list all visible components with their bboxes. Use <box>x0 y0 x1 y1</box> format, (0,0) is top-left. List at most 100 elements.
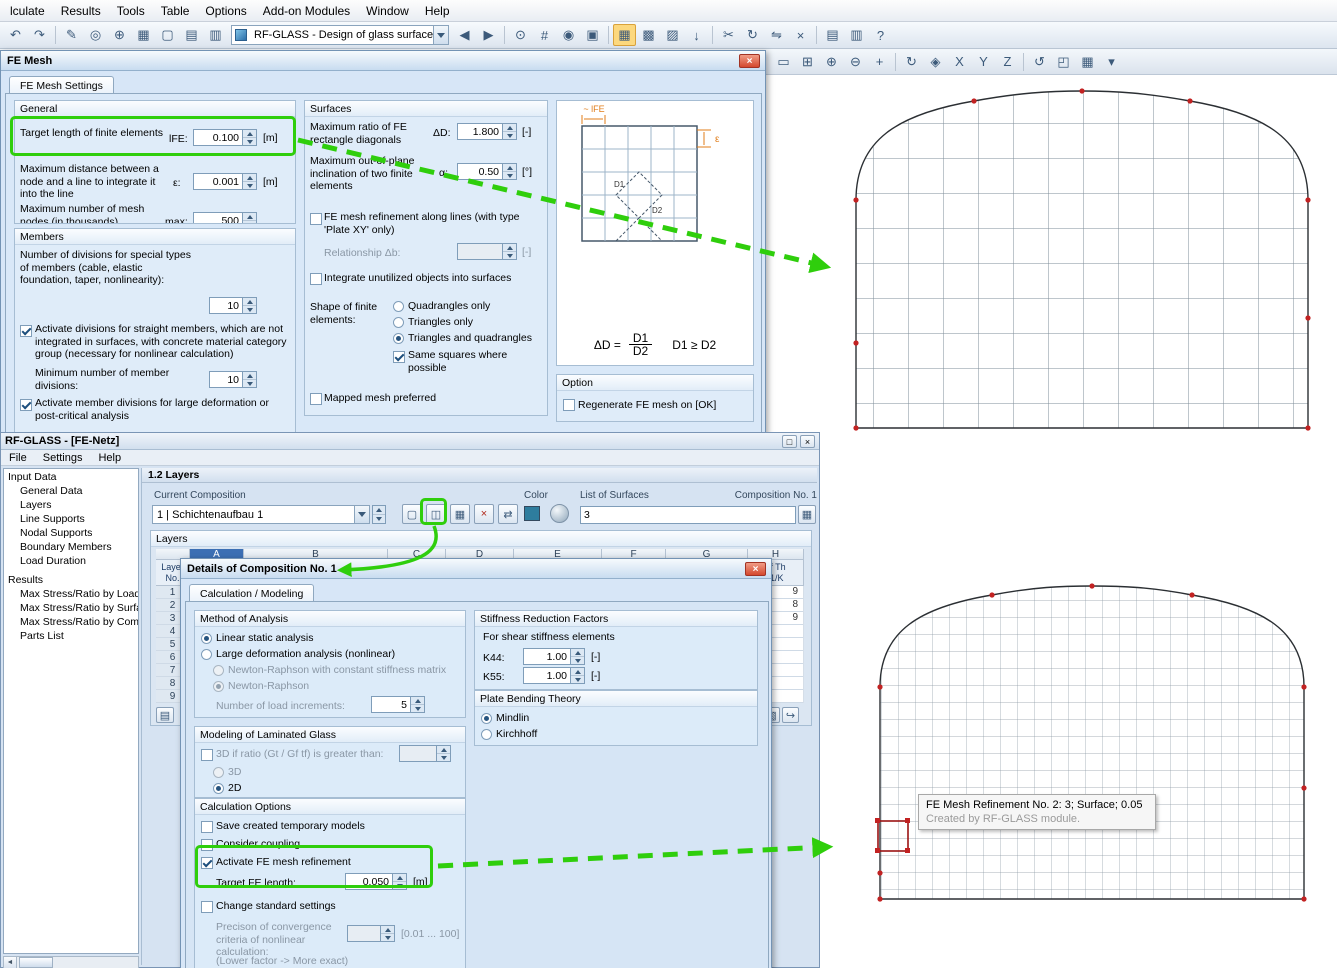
help-icon[interactable]: ? <box>869 24 892 46</box>
close-icon[interactable]: × <box>739 54 760 68</box>
delete-composition-button[interactable]: × <box>474 504 494 524</box>
chevron-down-icon[interactable] <box>354 506 369 523</box>
k44-input[interactable]: 1.00 <box>523 648 571 665</box>
mindlin-radio[interactable] <box>481 713 492 724</box>
new-composition-button[interactable]: ▢ <box>402 504 422 524</box>
report-icon[interactable]: ▤ <box>821 24 844 46</box>
menu-help[interactable]: Help <box>90 451 129 465</box>
consider-coupling-checkbox[interactable] <box>201 839 213 851</box>
previous-view-icon[interactable]: ↺ <box>1028 51 1051 73</box>
tree-item-parts-list[interactable]: Parts List <box>4 629 138 643</box>
inclination-input[interactable]: 0.50 <box>457 163 503 180</box>
pan-icon[interactable]: + <box>868 51 891 73</box>
option-3d-radio[interactable] <box>213 767 224 778</box>
max-distance-input[interactable]: 0.001 <box>193 173 243 190</box>
table-icon[interactable]: ▤ <box>180 24 203 46</box>
visibility-icon[interactable]: ◉ <box>557 24 580 46</box>
precision-input[interactable] <box>347 925 381 942</box>
activate-refinement-checkbox[interactable] <box>201 857 213 869</box>
mesh-refinement-icon[interactable]: ▩ <box>637 24 660 46</box>
divisions-spinner[interactable] <box>243 297 257 314</box>
snapshot-icon[interactable]: ▣ <box>581 24 604 46</box>
menu-tools[interactable]: Tools <box>109 2 153 20</box>
list-of-surfaces-input[interactable]: 3 <box>580 506 796 524</box>
previous-icon[interactable]: ◀ <box>453 24 476 46</box>
max-nodes-input[interactable]: 500 <box>193 212 243 223</box>
target-length-input[interactable]: 0.100 <box>193 129 243 146</box>
edit-icon[interactable]: ✎ <box>60 24 83 46</box>
rf-glass-titlebar[interactable]: RF-GLASS - [FE-Netz] <box>1 433 819 450</box>
fe-mesh-dialog-titlebar[interactable]: FE Mesh <box>1 51 765 71</box>
menu-help[interactable]: Help <box>417 2 458 20</box>
newton-raphson-radio[interactable] <box>213 681 224 692</box>
renumber-composition-button[interactable]: ⇄ <box>498 504 518 524</box>
mesh-icon[interactable]: ▦ <box>132 24 155 46</box>
rotate-icon[interactable]: ↻ <box>741 24 764 46</box>
zoom-window-icon[interactable]: ⊞ <box>796 51 819 73</box>
copy-composition-button[interactable]: ▦ <box>450 504 470 524</box>
target-fe-length-spinner[interactable] <box>393 873 407 890</box>
tree-item-load-duration[interactable]: Load Duration <box>4 554 138 568</box>
relationship-input[interactable] <box>457 243 503 260</box>
refinement-along-lines-checkbox[interactable] <box>310 213 322 225</box>
composition-selector[interactable]: 1 | Schichtenaufbau 1 <box>152 505 370 524</box>
activate-divisions-checkbox[interactable] <box>20 325 32 337</box>
relationship-spinner[interactable] <box>503 243 517 260</box>
change-standard-checkbox[interactable] <box>201 901 213 913</box>
tree-root-input-data[interactable]: Input Data <box>4 469 138 484</box>
menu-results[interactable]: Results <box>53 2 109 20</box>
integrate-checkbox[interactable] <box>310 273 322 285</box>
min-divisions-spinner[interactable] <box>243 371 257 388</box>
shape-quadrangles-radio[interactable] <box>393 301 404 312</box>
layers-import-button[interactable]: ↪ <box>782 707 799 723</box>
menu-settings[interactable]: Settings <box>35 451 91 465</box>
composition-details-button[interactable]: ◫ <box>426 504 446 524</box>
tree-item-layers[interactable]: Layers <box>4 498 138 512</box>
max-ratio-input[interactable]: 1.800 <box>457 123 503 140</box>
large-deformation-checkbox[interactable] <box>20 399 32 411</box>
mirror-icon[interactable]: ⇋ <box>765 24 788 46</box>
composition-color-swatch[interactable] <box>524 506 540 521</box>
loads-icon[interactable]: ↓ <box>685 24 708 46</box>
large-deformation-radio[interactable] <box>201 649 212 660</box>
undo-icon[interactable]: ↶ <box>4 24 27 46</box>
max-distance-spinner[interactable] <box>243 173 257 190</box>
menu-table[interactable]: Table <box>153 2 198 20</box>
close-icon[interactable]: × <box>745 562 766 576</box>
mesh-generate-icon[interactable]: ▨ <box>661 24 684 46</box>
same-squares-checkbox[interactable] <box>393 351 405 363</box>
rotate-view-icon[interactable]: ↻ <box>900 51 923 73</box>
layers-info-button[interactable]: ▤ <box>156 707 174 723</box>
tree-item-nodal-supports[interactable]: Nodal Supports <box>4 526 138 540</box>
mesh-view-coarse[interactable] <box>828 80 1337 437</box>
max-ratio-spinner[interactable] <box>503 123 517 140</box>
scrollbar-thumb[interactable] <box>19 957 53 968</box>
kirchhoff-radio[interactable] <box>481 729 492 740</box>
increments-input[interactable]: 5 <box>371 696 411 713</box>
shape-triangles-radio[interactable] <box>393 317 404 328</box>
target-fe-length-input[interactable]: 0.050 <box>345 873 393 890</box>
module-selector[interactable]: RF-GLASS - Design of glass surfaces <box>231 25 449 45</box>
divisions-input[interactable]: 10 <box>209 297 243 314</box>
menu-window[interactable]: Window <box>358 2 417 20</box>
close-icon[interactable]: × <box>800 435 815 448</box>
tree-item-boundary-members[interactable]: Boundary Members <box>4 540 138 554</box>
composition-spinner[interactable] <box>372 505 386 524</box>
pick-surfaces-button[interactable]: ▦ <box>798 505 816 524</box>
mesh-view-refined[interactable]: FE Mesh Refinement No. 2: 3; Surface; 0.… <box>822 437 1337 968</box>
fe-mesh-icon[interactable]: ▦ <box>613 24 636 46</box>
min-divisions-input[interactable]: 10 <box>209 371 243 388</box>
table-settings-icon[interactable]: ▥ <box>204 24 227 46</box>
ratio-3d-checkbox[interactable] <box>201 749 213 761</box>
k55-input[interactable]: 1.00 <box>523 667 571 684</box>
zoom-in-icon[interactable]: ⊕ <box>820 51 843 73</box>
option-2d-radio[interactable] <box>213 783 224 794</box>
save-temporary-checkbox[interactable] <box>201 821 213 833</box>
new-window-icon[interactable]: ▢ <box>156 24 179 46</box>
zoom-icon[interactable]: ⊕ <box>108 24 131 46</box>
render-mode-icon[interactable]: ⊙ <box>509 24 532 46</box>
precision-spinner[interactable] <box>381 925 395 942</box>
view-x-icon[interactable]: X <box>948 51 971 73</box>
full-view-icon[interactable]: ◰ <box>1052 51 1075 73</box>
select-icon[interactable]: ▭ <box>772 51 795 73</box>
